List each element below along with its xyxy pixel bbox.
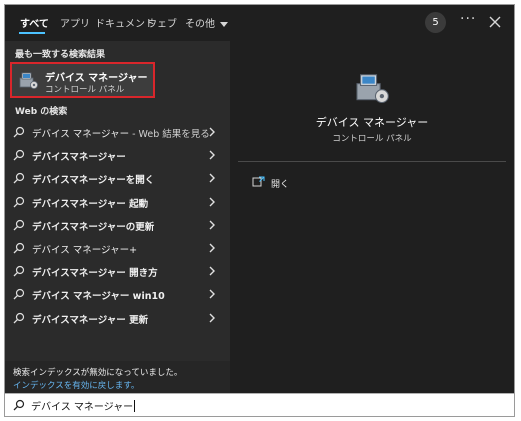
chevron-right-icon	[209, 127, 215, 137]
tab-web[interactable]: ウェブ	[147, 15, 177, 30]
search-icon	[13, 289, 25, 300]
web-result-text: デバイスマネージャーを開く	[32, 175, 155, 187]
web-result-text: デバイス マネージャー+	[32, 244, 138, 256]
detail-subtitle: コントロール パネル	[332, 134, 412, 144]
search-icon	[13, 173, 25, 184]
tab-more[interactable]: その他	[185, 15, 228, 30]
tab-more-label: その他	[185, 19, 215, 30]
search-window: すべて アプリ ドキュメント ウェブ その他 5 ··· 最も一致する検索結果 …	[4, 4, 515, 417]
web-result-item[interactable]: デバイス マネージャー+	[5, 237, 230, 260]
device-manager-icon	[356, 74, 389, 104]
detail-title: デバイス マネージャー	[315, 116, 429, 129]
tab-documents[interactable]: ドキュメント	[95, 15, 155, 30]
rewards-badge[interactable]: 5	[425, 12, 446, 33]
enable-index-link[interactable]: インデックスを有効に戻します。	[13, 379, 139, 391]
results-pane: 最も一致する検索結果 デバイス マネージャー コントロール パネル Web の検…	[5, 41, 230, 393]
web-results-list: デバイス マネージャー - Web 結果を見る デバイスマネージャー デバイスマ…	[5, 121, 230, 330]
web-result-text: デバイスマネージャー 開き方	[32, 268, 158, 280]
web-result-text: デバイスマネージャー 更新	[32, 314, 149, 326]
web-result-item[interactable]: デバイスマネージャーの更新	[5, 214, 230, 237]
chevron-right-icon	[209, 220, 215, 230]
tab-all[interactable]: すべて	[20, 15, 49, 30]
chevron-right-icon	[209, 150, 215, 160]
web-result-text: デバイスマネージャーの更新	[32, 221, 155, 233]
web-search-heading: Web の検索	[15, 107, 68, 117]
text-cursor	[134, 400, 136, 412]
chevron-right-icon	[209, 197, 215, 207]
device-manager-icon	[19, 72, 38, 89]
open-action-label: 開く	[271, 180, 290, 190]
search-icon	[13, 150, 25, 161]
web-result-item[interactable]: デバイスマネージャー 開き方	[5, 260, 230, 283]
web-result-item[interactable]: デバイス マネージャー win10	[5, 283, 230, 306]
close-icon[interactable]	[487, 14, 503, 30]
index-notice: 検索インデックスが無効になっていました。 インデックスを有効に戻します。	[5, 361, 230, 393]
web-result-item[interactable]: デバイスマネージャーを開く	[5, 167, 230, 190]
web-result-text: デバイスマネージャー	[32, 152, 126, 164]
search-box[interactable]: デバイス マネージャー	[5, 393, 514, 416]
search-icon	[13, 242, 25, 254]
web-result-item[interactable]: デバイスマネージャー 更新	[5, 307, 230, 330]
best-match-subtitle: コントロール パネル	[45, 85, 125, 95]
index-notice-message: 検索インデックスが無効になっていました。	[13, 368, 183, 378]
web-result-item[interactable]: デバイスマネージャー 起動	[5, 191, 230, 214]
open-action[interactable]: 開く	[252, 176, 289, 192]
chevron-right-icon	[209, 313, 215, 322]
more-options-button[interactable]: ···	[460, 11, 476, 27]
search-icon	[13, 399, 25, 411]
web-result-suffix: - Web 結果を見る	[129, 129, 210, 140]
search-icon	[13, 219, 25, 231]
search-input[interactable]: デバイス マネージャー	[31, 402, 133, 413]
top-bar: すべて アプリ ドキュメント ウェブ その他 5 ···	[5, 5, 514, 41]
divider	[238, 161, 506, 162]
search-icon	[13, 266, 25, 277]
chevron-right-icon	[209, 173, 215, 183]
tab-apps[interactable]: アプリ	[60, 15, 90, 30]
search-icon	[13, 312, 25, 323]
best-match-heading: 最も一致する検索結果	[15, 50, 106, 60]
web-result-text: デバイスマネージャー 起動	[32, 198, 149, 210]
detail-pane: デバイス マネージャー コントロール パネル 開く	[230, 41, 514, 393]
open-icon	[252, 176, 265, 187]
best-match-item[interactable]: デバイス マネージャー コントロール パネル	[10, 62, 155, 98]
search-icon	[13, 196, 25, 208]
chevron-right-icon	[209, 266, 215, 276]
chevron-right-icon	[209, 289, 215, 299]
web-result-item[interactable]: デバイスマネージャー	[5, 144, 230, 167]
best-match-name: デバイス マネージャー	[45, 73, 148, 84]
web-result-item[interactable]: デバイス マネージャー - Web 結果を見る	[5, 121, 230, 144]
web-result-text: デバイス マネージャー	[32, 129, 130, 140]
web-result-text: デバイス マネージャー win10	[32, 291, 165, 303]
active-tab-indicator	[19, 32, 45, 34]
search-icon	[13, 126, 25, 138]
chevron-right-icon	[209, 243, 215, 253]
chevron-down-icon	[220, 21, 228, 27]
